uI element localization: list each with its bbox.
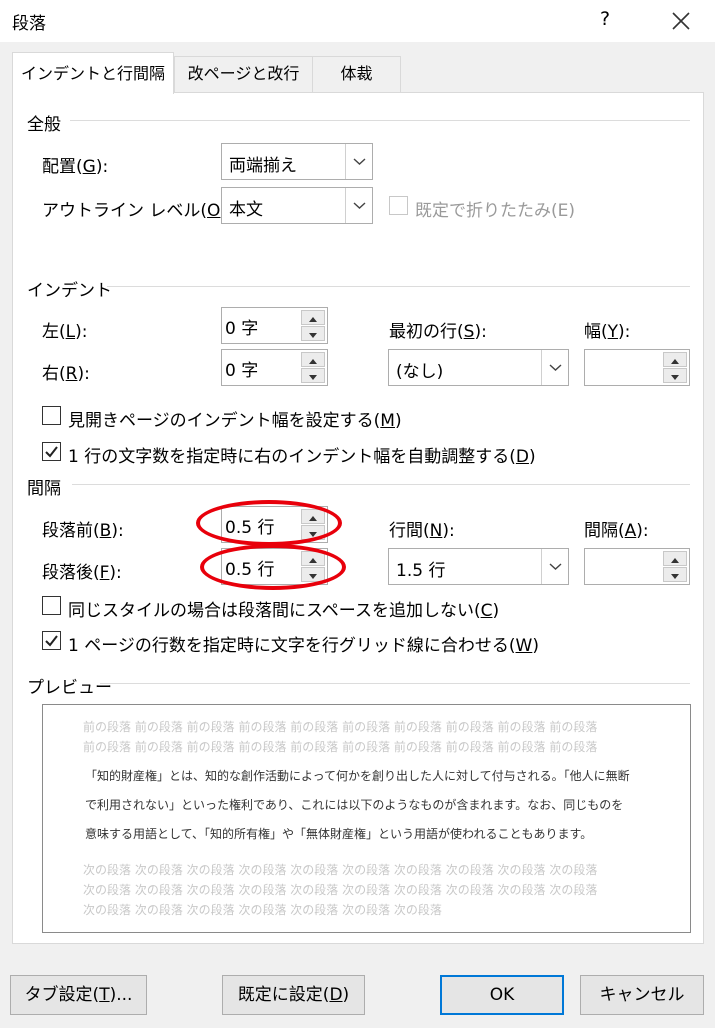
line-spacing-value: 1.5 行	[396, 561, 446, 581]
indent-right-label: 右(R):	[42, 364, 90, 384]
preview-next-line: 次の段落 次の段落 次の段落 次の段落 次の段落 次の段落 次の段落	[83, 903, 442, 917]
snap-to-grid-label: 1 ページの行数を指定時に文字を行グリッド線に合わせる(W)	[68, 636, 539, 656]
indent-right-value: 0 字	[225, 361, 259, 381]
preview-next-line: 次の段落 次の段落 次の段落 次の段落 次の段落 次の段落 次の段落 次の段落 …	[83, 863, 598, 877]
mirror-indents-label: 見開きページのインデント幅を設定する(M)	[68, 411, 402, 431]
spin-down-icon[interactable]	[663, 368, 687, 383]
section-divider	[107, 286, 690, 287]
tab-typography[interactable]: 体裁	[312, 56, 401, 93]
preview-prev-line: 前の段落 前の段落 前の段落 前の段落 前の段落 前の段落 前の段落 前の段落 …	[83, 720, 598, 734]
cancel-button[interactable]: キャンセル	[580, 975, 704, 1015]
alignment-select[interactable]: 両端揃え	[221, 143, 373, 180]
alignment-label: 配置(G):	[42, 157, 109, 177]
preview-body-line: で利用されない」といった権利であり、これには以下のようなものが含まれます。なお、…	[85, 798, 624, 812]
spin-down-icon[interactable]	[301, 368, 325, 383]
alignment-value: 両端揃え	[229, 156, 297, 176]
spin-down-icon[interactable]	[301, 326, 325, 341]
preview-box: 前の段落 前の段落 前の段落 前の段落 前の段落 前の段落 前の段落 前の段落 …	[42, 704, 691, 933]
spin-down-icon[interactable]	[663, 567, 687, 582]
auto-adjust-indent-checkbox[interactable]	[42, 442, 61, 461]
outline-level-value: 本文	[229, 200, 263, 220]
dialog-title: 段落	[12, 14, 46, 34]
line-spacing-select[interactable]: 1.5 行	[388, 548, 569, 585]
preview-body-line: 「知的財産権」とは、知的な創作活動によって何かを創り出した人に対して付与される。…	[85, 769, 630, 783]
spin-up-icon[interactable]	[301, 352, 325, 367]
set-as-default-button[interactable]: 既定に設定(D)	[222, 975, 365, 1015]
indent-right-spinner[interactable]: 0 字	[221, 349, 328, 386]
section-general-heading: 全般	[27, 115, 61, 135]
chevron-down-icon[interactable]	[345, 144, 372, 179]
chevron-down-icon[interactable]	[345, 188, 372, 223]
first-line-value: (なし)	[396, 362, 444, 382]
section-preview-heading: プレビュー	[27, 678, 112, 698]
snap-to-grid-checkbox[interactable]	[42, 631, 61, 650]
preview-next-line: 次の段落 次の段落 次の段落 次の段落 次の段落 次の段落 次の段落 次の段落 …	[83, 883, 598, 897]
indent-left-value: 0 字	[225, 319, 259, 339]
section-indent-heading: インデント	[27, 281, 112, 301]
chevron-down-icon[interactable]	[541, 350, 568, 385]
checkmark-icon	[45, 635, 58, 647]
space-after-label: 段落後(F):	[42, 563, 122, 583]
space-before-label: 段落前(B):	[42, 521, 124, 541]
auto-adjust-indent-label: 1 行の文字数を指定時に右のインデント幅を自動調整する(D)	[68, 447, 536, 467]
indent-width-spinner[interactable]	[584, 349, 690, 386]
tabs-button[interactable]: タブ設定(T)...	[10, 975, 147, 1015]
tab-line-page-breaks[interactable]: 改ページと改行	[174, 56, 313, 93]
annotation-circle	[196, 500, 342, 546]
no-space-same-style-label: 同じスタイルの場合は段落間にスペースを追加しない(C)	[68, 601, 500, 621]
tab-indent-spacing[interactable]: インデントと行間隔	[12, 52, 174, 94]
indent-left-spinner[interactable]: 0 字	[221, 307, 328, 344]
collapse-checkbox[interactable]	[389, 196, 408, 215]
preview-prev-line: 前の段落 前の段落 前の段落 前の段落 前の段落 前の段落 前の段落 前の段落 …	[83, 740, 598, 754]
first-line-select[interactable]: (なし)	[388, 349, 569, 386]
spin-up-icon[interactable]	[663, 551, 687, 566]
close-icon[interactable]	[668, 8, 694, 34]
outline-level-select[interactable]: 本文	[221, 187, 373, 224]
indent-left-label: 左(L):	[42, 322, 88, 342]
section-divider	[70, 120, 690, 121]
annotation-circle	[200, 544, 346, 590]
mirror-indents-checkbox[interactable]	[42, 406, 61, 425]
section-divider	[72, 484, 690, 485]
section-spacing-heading: 間隔	[27, 479, 61, 499]
first-line-label: 最初の行(S):	[389, 322, 487, 342]
help-button[interactable]: ?	[600, 8, 610, 30]
line-spacing-label: 行間(N):	[389, 521, 455, 541]
ok-button[interactable]: OK	[440, 975, 564, 1015]
indent-width-label: 幅(Y):	[584, 322, 631, 342]
spin-up-icon[interactable]	[663, 352, 687, 367]
outline-level-label: アウトライン レベル(O):	[42, 201, 233, 221]
spacing-at-label: 間隔(A):	[584, 521, 649, 541]
checkmark-icon	[45, 446, 58, 458]
spin-up-icon[interactable]	[301, 310, 325, 325]
no-space-same-style-checkbox[interactable]	[42, 596, 61, 615]
spacing-at-spinner[interactable]	[584, 548, 690, 585]
preview-body-line: 意味する用語として、「知的所有権」や「無体財産権」という用語が使われることもあり…	[85, 827, 593, 841]
collapse-label: 既定で折りたたみ(E)	[415, 201, 576, 221]
section-divider	[100, 683, 690, 684]
chevron-down-icon[interactable]	[541, 549, 568, 584]
